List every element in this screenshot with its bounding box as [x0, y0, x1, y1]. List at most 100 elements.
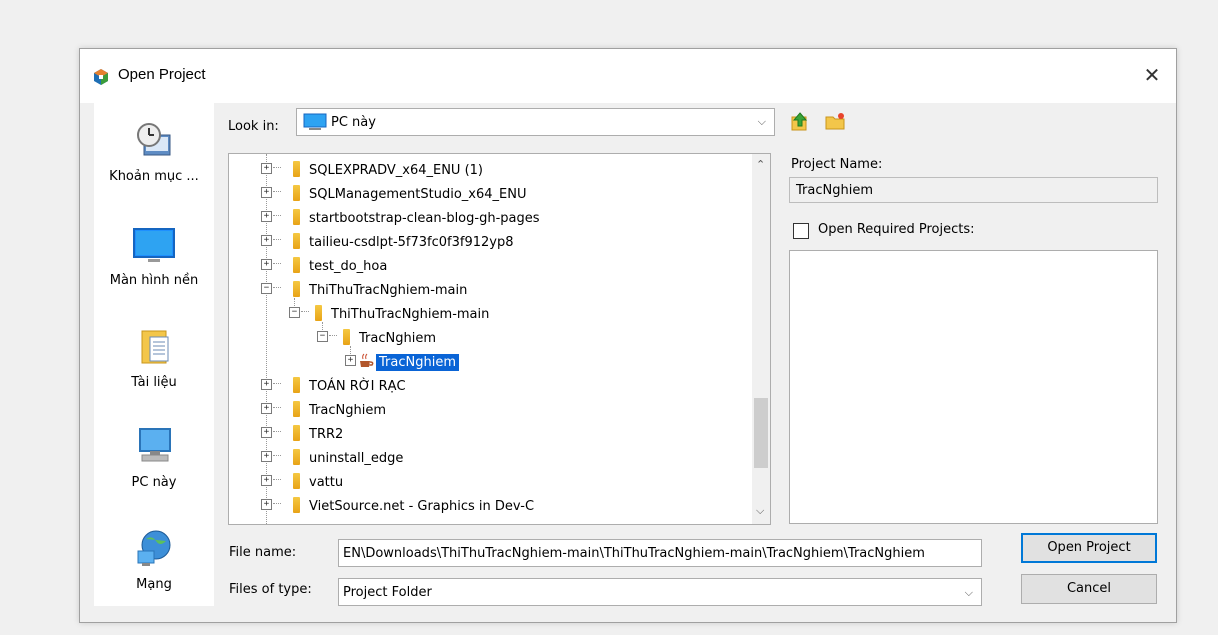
scroll-thumb[interactable]: [754, 398, 768, 468]
open-required-projects-label[interactable]: Open Required Projects:: [818, 222, 974, 237]
open-project-button[interactable]: Open Project: [1021, 533, 1157, 563]
tree-item-label: TracNghiem: [309, 403, 386, 418]
tree-item-label: VietSource.net - Graphics in Dev-C: [309, 499, 535, 514]
this-pc-icon: [303, 113, 327, 130]
tree-guide-line: [266, 154, 267, 524]
expand-icon[interactable]: +: [261, 235, 272, 246]
tree-item-label: TOÁN RỜI RẠC: [309, 379, 406, 394]
place-network[interactable]: Mạng: [94, 527, 214, 592]
expand-icon[interactable]: +: [261, 475, 272, 486]
expand-icon[interactable]: +: [261, 379, 272, 390]
file-name-value: EN\Downloads\ThiThuTracNghiem-main\ThiTh…: [343, 546, 925, 561]
files-of-type-combo[interactable]: Project Folder ⌵: [338, 578, 982, 606]
collapse-icon[interactable]: −: [317, 331, 328, 342]
tree-item-label: startbootstrap-clean-blog-gh-pages: [309, 211, 540, 226]
folder-icon: [293, 233, 300, 249]
expand-icon[interactable]: +: [261, 187, 272, 198]
tree-item-label: SQLManagementStudio_x64_ENU: [309, 187, 527, 202]
title-bar: Open Project ✕: [80, 49, 1176, 103]
open-project-dialog: Open Project ✕ Khoản mục ... Màn hình nề…: [79, 48, 1177, 623]
folder-icon: [293, 425, 300, 441]
tree-item-label: vattu: [309, 475, 344, 490]
place-label: Khoản mục ...: [109, 169, 199, 184]
place-documents[interactable]: Tài liệu: [94, 325, 214, 390]
tree-connector: [273, 455, 281, 456]
close-button[interactable]: ✕: [1136, 61, 1168, 89]
tree-connector: [329, 335, 337, 336]
look-in-value: PC này: [331, 115, 376, 130]
recent-items-icon: [137, 123, 171, 156]
files-of-type-value: Project Folder: [343, 585, 432, 600]
collapse-icon[interactable]: −: [289, 307, 300, 318]
files-of-type-label: Files of type:: [229, 582, 312, 597]
tree-connector: [273, 503, 281, 504]
tree-item-label: test_do_hoa: [309, 259, 388, 274]
project-name-label: Project Name:: [791, 157, 883, 172]
java-project-icon: [360, 353, 374, 367]
look-in-combo[interactable]: PC này ⌵: [296, 108, 775, 136]
tree-item-label: TRR2: [309, 427, 344, 442]
place-label: Tài liệu: [131, 375, 177, 390]
tree-item-label: tailieu-csdlpt-5f73fc0f3f912yp8: [309, 235, 514, 250]
folder-icon: [343, 329, 350, 345]
folder-icon: [293, 161, 300, 177]
netbeans-logo-icon: [94, 69, 108, 85]
folder-icon: [293, 497, 300, 513]
place-desktop[interactable]: Màn hình nền: [94, 227, 214, 288]
folder-icon: [293, 281, 300, 297]
folder-icon: [293, 377, 300, 393]
folder-tree[interactable]: + SQLEXPRADV_x64_ENU (1) + SQLManagement…: [228, 153, 771, 525]
project-name-field: TracNghiem: [789, 177, 1158, 203]
required-projects-list[interactable]: [789, 250, 1158, 524]
tree-connector: [301, 311, 309, 312]
places-bar: Khoản mục ... Màn hình nền Tài liệu PC n…: [94, 103, 214, 606]
folder-icon: [293, 257, 300, 273]
expand-icon[interactable]: +: [261, 211, 272, 222]
tree-item-label-selected: TracNghiem: [375, 353, 460, 372]
chevron-down-icon: ⌵: [757, 115, 766, 128]
tree-connector: [273, 407, 281, 408]
tree-connector: [273, 287, 281, 288]
desktop-icon: [133, 228, 175, 262]
network-icon: [137, 530, 171, 566]
folder-icon: [293, 473, 300, 489]
collapse-icon[interactable]: −: [261, 283, 272, 294]
tree-connector: [273, 167, 281, 168]
scroll-down-arrow-icon[interactable]: ⌵: [756, 504, 764, 518]
tree-connector: [273, 191, 281, 192]
chevron-down-icon: ⌵: [964, 586, 973, 599]
folder-icon: [293, 209, 300, 225]
new-folder-icon[interactable]: [824, 111, 846, 133]
expand-icon[interactable]: +: [261, 499, 272, 510]
expand-icon[interactable]: +: [261, 259, 272, 270]
tree-scrollbar[interactable]: ⌃ ⌵: [752, 154, 770, 524]
place-label: PC này: [131, 475, 177, 490]
expand-icon[interactable]: +: [345, 355, 356, 366]
place-recent-items[interactable]: Khoản mục ...: [94, 121, 214, 184]
scroll-up-arrow-icon[interactable]: ⌃: [756, 158, 765, 171]
tree-connector: [273, 479, 281, 480]
place-label: Màn hình nền: [109, 273, 199, 288]
open-required-projects-checkbox[interactable]: [793, 223, 809, 239]
tree-item-label: SQLEXPRADV_x64_ENU (1): [309, 163, 483, 178]
folder-icon: [293, 185, 300, 201]
file-name-input[interactable]: EN\Downloads\ThiThuTracNghiem-main\ThiTh…: [338, 539, 982, 567]
close-icon: ✕: [1143, 63, 1161, 87]
this-pc-icon: [139, 428, 171, 462]
tree-connector: [273, 263, 281, 264]
tree-connector: [273, 215, 281, 216]
expand-icon[interactable]: +: [261, 403, 272, 414]
folder-icon: [293, 401, 300, 417]
place-this-pc[interactable]: PC này: [94, 425, 214, 490]
cancel-button[interactable]: Cancel: [1021, 574, 1157, 604]
expand-icon[interactable]: +: [261, 427, 272, 438]
tree-item-label: uninstall_edge: [309, 451, 404, 466]
tree-item-label: ThiThuTracNghiem-main: [331, 307, 490, 322]
expand-icon[interactable]: +: [261, 163, 272, 174]
expand-icon[interactable]: +: [261, 451, 272, 462]
tree-connector: [273, 383, 281, 384]
up-one-level-icon[interactable]: [789, 111, 811, 133]
folder-icon: [315, 305, 322, 321]
folder-icon: [293, 449, 300, 465]
tree-connector: [273, 431, 281, 432]
